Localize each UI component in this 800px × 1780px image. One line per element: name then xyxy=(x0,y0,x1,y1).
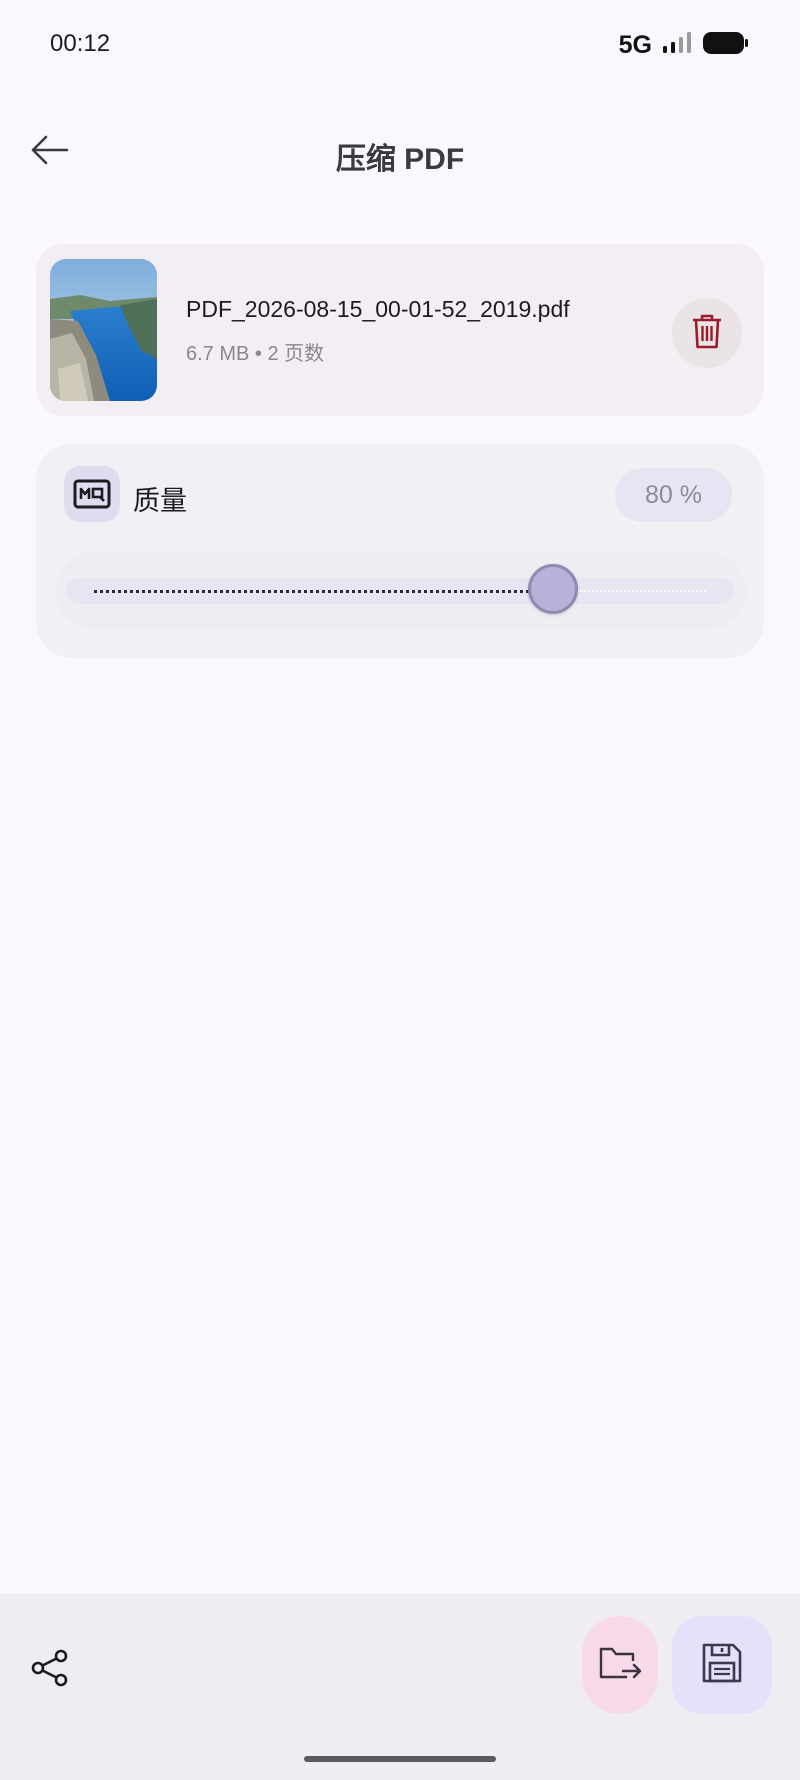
quality-value-badge: 80 % xyxy=(615,468,732,522)
delete-file-button[interactable] xyxy=(672,298,742,368)
quality-card: 质量 80 % xyxy=(36,444,764,658)
file-card: PDF_2026-08-15_00-01-52_2019.pdf 6.7 MB … xyxy=(36,244,764,416)
share-button[interactable] xyxy=(20,1640,80,1700)
quality-slider[interactable] xyxy=(56,552,746,630)
pdf-thumbnail xyxy=(50,259,157,401)
status-icons: 5G xyxy=(619,30,750,61)
share-icon xyxy=(30,1648,70,1693)
file-meta: 6.7 MB • 2 页数 xyxy=(186,343,325,365)
folder-move-icon xyxy=(597,1643,643,1688)
top-app-bar: 压缩 PDF xyxy=(0,110,800,194)
home-indicator xyxy=(304,1756,496,1762)
quality-mq-icon xyxy=(64,466,120,522)
floppy-save-icon xyxy=(700,1641,744,1690)
trash-icon xyxy=(690,312,724,355)
status-bar: 00:12 5G xyxy=(0,0,800,90)
slider-inactive-track xyxy=(576,590,706,592)
page-title: 压缩 PDF xyxy=(335,143,465,176)
quality-label: 质量 xyxy=(133,486,187,516)
battery-icon xyxy=(702,30,750,61)
bottom-action-bar xyxy=(0,1594,800,1780)
slider-thumb[interactable] xyxy=(527,564,578,614)
save-button[interactable] xyxy=(672,1616,772,1714)
slider-active-track xyxy=(94,590,553,593)
network-label: 5G xyxy=(618,31,652,59)
status-time: 00:12 xyxy=(50,30,111,57)
file-name: PDF_2026-08-15_00-01-52_2019.pdf xyxy=(186,296,570,322)
slider-track xyxy=(66,578,734,604)
move-to-folder-button[interactable] xyxy=(582,1616,658,1714)
signal-icon xyxy=(662,31,692,60)
